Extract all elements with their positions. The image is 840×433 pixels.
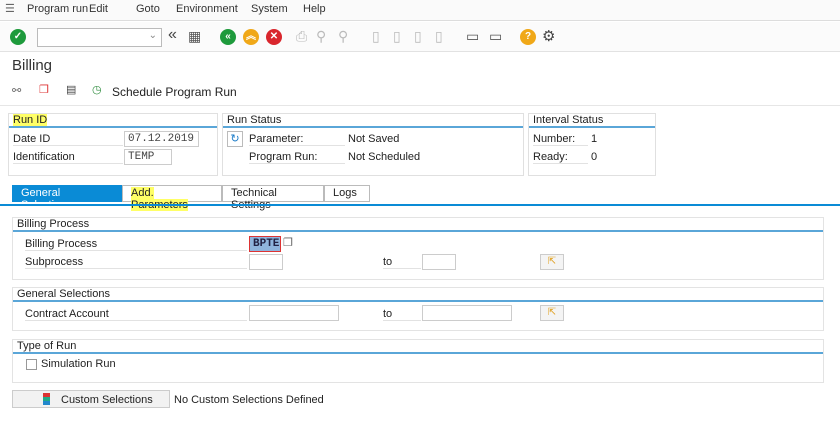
shortcut-icon[interactable]: ▭ xyxy=(489,28,502,45)
custom-selections-status: No Custom Selections Defined xyxy=(174,394,324,406)
number-label: Number: xyxy=(533,133,588,146)
run-id-panel: Run ID Date ID 07.12.2019 Identification… xyxy=(8,113,218,176)
system-toolbar: ✓ ⌄ « ▦ « ︽ ✕ ⎙ ⚲ ⚲ ▯ ▯ ▯ ▯ ▭ ▭ ? ⚙ xyxy=(0,22,840,52)
parameter-value: Not Saved xyxy=(348,133,400,145)
billing-process-label: Billing Process xyxy=(25,238,247,251)
custom-selections-label: Custom Selections xyxy=(61,394,153,406)
application-toolbar: ⚯ ❐ ▤ ◷ Schedule Program Run xyxy=(0,78,840,106)
custom-selections-icon xyxy=(43,393,50,405)
refresh-icon[interactable]: ↻ xyxy=(227,131,243,147)
identification-label: Identification xyxy=(13,151,123,164)
help-icon[interactable]: ? xyxy=(520,29,536,45)
simulation-run-label: Simulation Run xyxy=(41,358,116,370)
multiple-selection-icon[interactable]: ❐ xyxy=(283,236,293,249)
menu-icon[interactable]: ☰ xyxy=(5,2,15,15)
tab-technical-settings[interactable]: Technical Settings xyxy=(222,185,324,211)
identification-field[interactable]: TEMP xyxy=(124,149,172,165)
date-id-label: Date ID xyxy=(13,133,123,146)
menu-goto[interactable]: Goto xyxy=(136,3,160,15)
save-icon[interactable]: ▦ xyxy=(188,28,201,45)
tab-underline xyxy=(0,204,840,206)
subprocess-label: Subprocess xyxy=(25,256,247,269)
program-run-label: Program Run: xyxy=(249,151,345,164)
back-icon[interactable]: « xyxy=(168,26,177,44)
tab-logs[interactable]: Logs xyxy=(324,185,370,202)
number-value: 1 xyxy=(591,133,598,145)
enter-icon[interactable]: ✓ xyxy=(10,29,26,45)
last-page-icon[interactable]: ▯ xyxy=(435,28,443,45)
billing-process-header: Billing Process xyxy=(13,218,823,232)
subprocess-multiple-selection-button[interactable]: ⇱ xyxy=(540,254,564,270)
previous-page-icon[interactable]: ▯ xyxy=(393,28,401,45)
find-next-icon[interactable]: ⚲ xyxy=(338,28,348,45)
type-of-run-group: Type of Run Simulation Run xyxy=(12,339,824,383)
tab-add-parameters[interactable]: Add. Parameters xyxy=(122,185,222,211)
back-green-icon[interactable]: « xyxy=(220,29,236,45)
tab-general-selections[interactable]: General Selections xyxy=(12,185,122,211)
ready-label: Ready: xyxy=(533,151,588,164)
subprocess-to-field[interactable] xyxy=(422,254,456,270)
subprocess-from-field[interactable] xyxy=(249,254,283,270)
cancel-icon[interactable]: ✕ xyxy=(266,29,282,45)
contract-account-to-label: to xyxy=(383,308,421,321)
exit-icon[interactable]: ︽ xyxy=(243,29,259,45)
ready-value: 0 xyxy=(591,151,598,163)
chevron-down-icon[interactable]: ⌄ xyxy=(149,30,157,41)
menu-program-run[interactable]: Program run xyxy=(27,3,88,15)
run-status-header: Run Status xyxy=(223,114,523,128)
billing-process-group: Billing Process Billing Process BPTE ❐ S… xyxy=(12,217,824,280)
schedule-icon[interactable]: ◷ xyxy=(92,83,102,96)
create-session-icon[interactable]: ▭ xyxy=(466,28,479,45)
next-page-icon[interactable]: ▯ xyxy=(414,28,422,45)
menu-edit[interactable]: Edit xyxy=(89,3,108,15)
general-selections-group: General Selections Contract Account to ⇱ xyxy=(12,287,824,331)
billing-process-field[interactable]: BPTE xyxy=(249,236,281,252)
contract-account-label: Contract Account xyxy=(25,308,247,321)
print-icon[interactable]: ⎙ xyxy=(296,28,307,45)
find-icon[interactable]: ⚲ xyxy=(316,28,326,45)
parameter-label: Parameter: xyxy=(249,133,345,146)
subprocess-to-label: to xyxy=(383,256,421,269)
interval-status-header: Interval Status xyxy=(529,114,655,128)
page-title: Billing xyxy=(12,57,53,74)
menu-bar: ☰ Program run Edit Goto Environment Syst… xyxy=(0,0,840,21)
menu-help[interactable]: Help xyxy=(303,3,326,15)
command-field[interactable]: ⌄ xyxy=(37,28,162,47)
contract-account-from-field[interactable] xyxy=(249,305,339,321)
menu-system[interactable]: System xyxy=(251,3,288,15)
run-status-panel: Run Status ↻ Parameter: Not Saved Progra… xyxy=(222,113,524,176)
menu-environment[interactable]: Environment xyxy=(176,3,238,15)
contract-account-multiple-selection-button[interactable]: ⇱ xyxy=(540,305,564,321)
interval-status-panel: Interval Status Number: 1 Ready: 0 xyxy=(528,113,656,176)
custom-selections-button[interactable]: Custom Selections xyxy=(12,390,170,408)
general-selections-header: General Selections xyxy=(13,288,823,302)
program-run-value: Not Scheduled xyxy=(348,151,421,163)
simulation-run-checkbox[interactable] xyxy=(26,359,37,370)
type-of-run-header: Type of Run xyxy=(13,340,823,354)
structure-icon[interactable]: ▤ xyxy=(66,83,76,96)
copy-icon[interactable]: ❐ xyxy=(39,83,49,96)
first-page-icon[interactable]: ▯ xyxy=(372,28,380,45)
contract-account-to-field[interactable] xyxy=(422,305,512,321)
run-id-header: Run ID xyxy=(9,114,217,128)
display-icon[interactable]: ⚯ xyxy=(12,84,21,97)
date-id-field[interactable]: 07.12.2019 xyxy=(124,131,199,147)
settings-icon[interactable]: ⚙ xyxy=(542,27,555,45)
schedule-program-run-button[interactable]: Schedule Program Run xyxy=(112,85,237,99)
